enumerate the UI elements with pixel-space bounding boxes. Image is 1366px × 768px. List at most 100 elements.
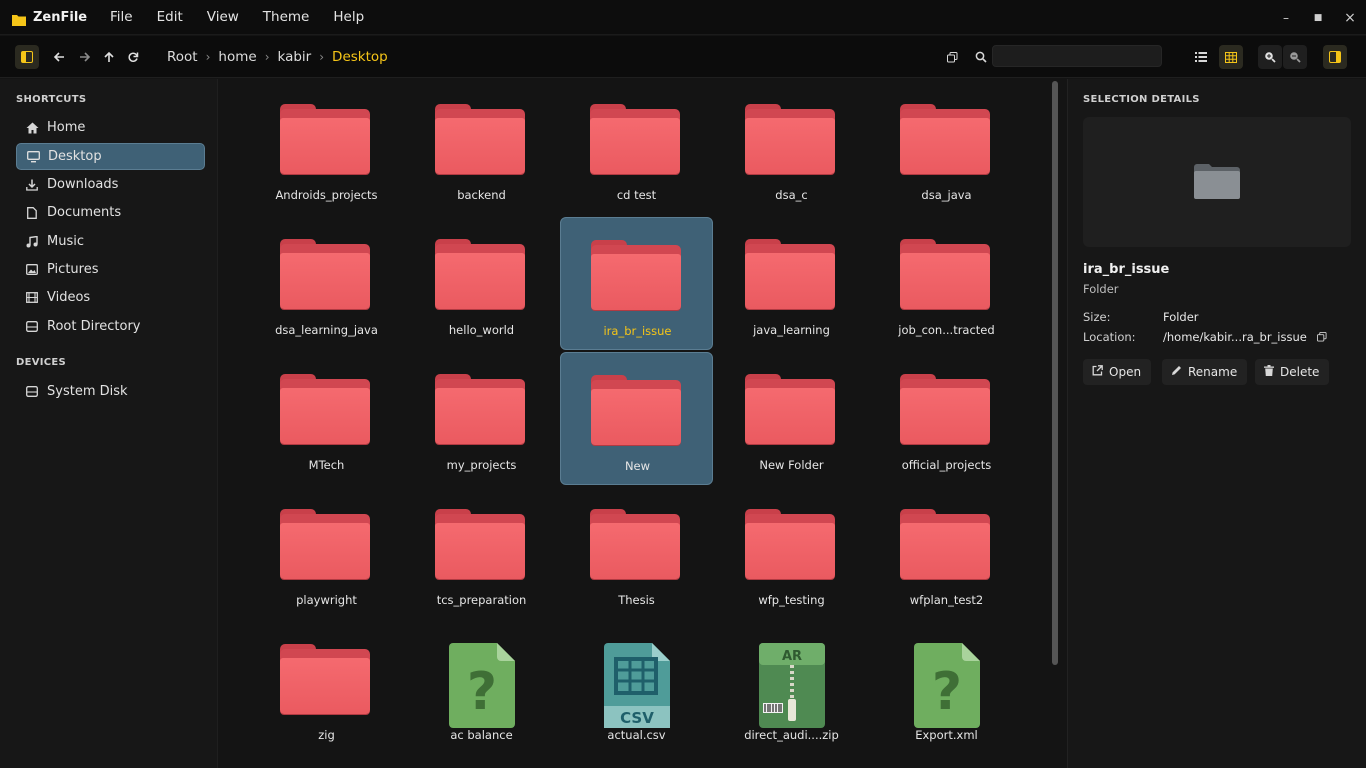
folder-item[interactable]: wfp_testing <box>715 487 868 620</box>
size-value: Folder <box>1163 310 1199 324</box>
back-button[interactable] <box>47 45 71 69</box>
open-button[interactable]: Open <box>1083 359 1152 385</box>
folder-icon <box>745 239 835 309</box>
sidebar-item-pictures[interactable]: Pictures <box>16 256 205 283</box>
sidebar-item-label: System Disk <box>47 384 128 399</box>
download-icon <box>25 178 39 192</box>
search-input[interactable] <box>992 45 1162 67</box>
sidebar-item-label: Documents <box>47 205 122 220</box>
file-name: hello_world <box>448 323 515 337</box>
folder-item[interactable]: official_projects <box>870 352 1023 485</box>
sidebar-item-downloads[interactable]: Downloads <box>16 171 205 198</box>
csv-file-icon: CSV <box>604 643 670 728</box>
up-button[interactable] <box>97 45 121 69</box>
file-name: Export.xml <box>915 728 978 742</box>
list-view-button[interactable] <box>1189 45 1213 69</box>
folder-item[interactable]: tcs_preparation <box>405 487 558 620</box>
drive-icon <box>25 320 39 334</box>
breadcrumb-desktop[interactable]: Desktop <box>332 49 388 65</box>
folder-item[interactable]: dsa_java <box>870 82 1023 215</box>
picture-icon <box>25 263 39 277</box>
copy-location-icon[interactable] <box>1316 331 1327 345</box>
folder-item[interactable]: zig <box>250 622 403 755</box>
sidebar-item-root-directory[interactable]: Root Directory <box>16 313 205 340</box>
file-name: wfplan_test2 <box>909 593 984 607</box>
grid-scrollbar[interactable] <box>1052 81 1058 665</box>
zoom-out-icon <box>1290 52 1301 63</box>
folder-icon <box>900 509 990 579</box>
folder-item[interactable]: MTech <box>250 352 403 485</box>
zoom-in-icon <box>1265 52 1276 63</box>
sidebar-item-desktop[interactable]: Desktop <box>16 143 205 170</box>
file-item[interactable]: AR direct_audi....zip <box>715 622 868 755</box>
close-button[interactable]: × <box>1334 0 1366 35</box>
breadcrumb-home[interactable]: home <box>218 49 256 65</box>
svg-text:?: ? <box>467 662 497 722</box>
zoom-out-button[interactable] <box>1283 45 1307 69</box>
folder-item[interactable]: Androids_projects <box>250 82 403 215</box>
location-value: /home/kabir...ra_br_issue <box>1163 330 1327 345</box>
file-item[interactable]: ? Export.xml <box>870 622 1023 755</box>
folder-icon <box>900 374 990 444</box>
toggle-details-button[interactable] <box>1323 45 1347 69</box>
folder-item[interactable]: wfplan_test2 <box>870 487 1023 620</box>
file-name: my_projects <box>446 458 517 472</box>
breadcrumb-root[interactable]: Root <box>167 49 198 65</box>
file-name: Thesis <box>618 593 655 607</box>
archive-badge: AR <box>782 649 802 664</box>
file-item[interactable]: CSV actual.csv <box>560 622 713 755</box>
open-label: Open <box>1109 365 1142 379</box>
folder-item[interactable]: my_projects <box>405 352 558 485</box>
music-icon <box>25 235 39 249</box>
folder-icon <box>280 374 370 444</box>
sidebar-item-label: Music <box>47 234 84 249</box>
sidebar-item-documents[interactable]: Documents <box>16 199 205 226</box>
folder-item[interactable]: New <box>560 352 713 485</box>
copy-path-button[interactable] <box>940 45 964 69</box>
maximize-button[interactable]: ■ <box>1302 0 1334 35</box>
menu-view[interactable]: View <box>195 0 251 35</box>
sidebar-item-system-disk[interactable]: System Disk <box>16 378 205 405</box>
folder-item[interactable]: job_con...tracted <box>870 217 1023 350</box>
folder-item[interactable]: backend <box>405 82 558 215</box>
folder-item[interactable]: playwright <box>250 487 403 620</box>
grid-view-button[interactable] <box>1219 45 1243 69</box>
folder-item[interactable]: ira_br_issue <box>560 217 713 350</box>
folder-icon <box>900 239 990 309</box>
folder-item[interactable]: cd test <box>560 82 713 215</box>
menu-edit[interactable]: Edit <box>145 0 195 35</box>
menu-help[interactable]: Help <box>321 0 376 35</box>
delete-button[interactable]: Delete <box>1255 359 1330 385</box>
folder-item[interactable]: dsa_learning_java <box>250 217 403 350</box>
file-item[interactable]: ? ac balance <box>405 622 558 755</box>
file-name: Androids_projects <box>275 188 378 202</box>
file-name: job_con...tracted <box>898 323 995 337</box>
file-name: MTech <box>308 458 345 472</box>
minimize-button[interactable]: – <box>1270 0 1302 35</box>
file-name: ira_br_issue <box>603 324 672 338</box>
search-button[interactable] <box>969 45 993 69</box>
menu-theme[interactable]: Theme <box>251 0 322 35</box>
sidebar-item-videos[interactable]: Videos <box>16 284 205 311</box>
breadcrumb-kabir[interactable]: kabir <box>278 49 312 65</box>
folder-item[interactable]: java_learning <box>715 217 868 350</box>
file-name: backend <box>457 188 506 202</box>
folder-item[interactable]: hello_world <box>405 217 558 350</box>
toggle-sidebar-button[interactable] <box>15 44 39 69</box>
grid-view-icon <box>1225 51 1237 63</box>
archive-file-icon: AR <box>759 643 825 728</box>
menu-file[interactable]: File <box>98 0 145 35</box>
rename-button[interactable]: Rename <box>1162 359 1248 385</box>
sidebar-item-home[interactable]: Home <box>16 114 205 141</box>
folder-item[interactable]: dsa_c <box>715 82 868 215</box>
devices-heading: DEVICES <box>16 357 67 368</box>
zoom-in-button[interactable] <box>1258 45 1282 69</box>
sidebar-item-music[interactable]: Music <box>16 228 205 255</box>
rename-label: Rename <box>1188 365 1238 379</box>
file-name: cd test <box>616 188 657 202</box>
refresh-button[interactable] <box>121 45 145 69</box>
folder-item[interactable]: Thesis <box>560 487 713 620</box>
folder-item[interactable]: New Folder <box>715 352 868 485</box>
forward-button[interactable] <box>73 45 97 69</box>
chevron-right-icon: › <box>264 49 270 64</box>
